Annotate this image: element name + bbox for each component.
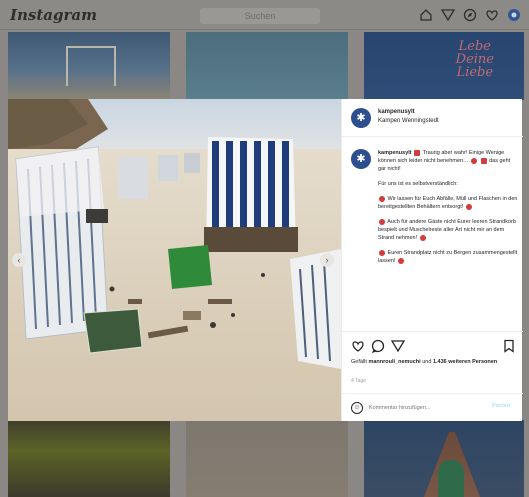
beach-scene-image (8, 99, 341, 421)
caption-avatar[interactable]: ✱ (351, 149, 371, 169)
home-icon[interactable] (419, 8, 433, 22)
avatar[interactable]: ✱ (351, 108, 371, 128)
likes-summary: Gefällt mannrouli_nemuchi und 1.436 weit… (351, 359, 498, 365)
goal-image (66, 46, 116, 86)
previous-arrow-icon[interactable]: ‹ (12, 253, 26, 267)
post-header: ✱ kampenusylt Kampen Wenningstedt (342, 99, 523, 137)
share-icon[interactable] (390, 339, 406, 353)
heart-icon[interactable] (351, 339, 365, 353)
caption-para4: Auch für andere Gäste nicht Eurer leeren… (378, 219, 516, 241)
comment-icon[interactable] (371, 339, 385, 354)
next-arrow-icon[interactable]: › (320, 253, 334, 267)
explore-icon[interactable] (463, 8, 477, 22)
nav-icons (419, 8, 521, 22)
comment-input[interactable] (369, 403, 479, 413)
caption-para2: Für uns ist es selbstverständlich: (378, 181, 458, 187)
grid-post-4[interactable] (8, 420, 170, 497)
bullet-emoji-icon (379, 249, 385, 256)
grid-post-6[interactable] (364, 420, 524, 497)
likes-user[interactable]: mannrouli_nemuchi (368, 359, 420, 365)
grid-post-quote: Lebe Deine Liebe (455, 39, 494, 80)
bullet-emoji-icon (397, 257, 404, 264)
comment-bar: ☺ Posten (342, 393, 523, 421)
bullet-emoji-icon (465, 203, 472, 210)
post-actions (342, 331, 523, 357)
lighthouse-door (438, 460, 464, 497)
caption-para3: Wir lassen für Euch Abfälle, Müll und Fl… (378, 196, 518, 210)
grid-post-1[interactable] (8, 32, 170, 100)
post-photo (8, 99, 341, 421)
top-navigation: Instagram Suchen (0, 0, 529, 30)
angry-emoji-icon (471, 157, 478, 164)
search-input[interactable]: Suchen (200, 8, 320, 24)
activity-icon[interactable] (485, 8, 499, 22)
post-username[interactable]: kampenusylt (378, 109, 415, 115)
bullet-emoji-icon (379, 195, 385, 202)
post-location[interactable]: Kampen Wenningstedt (378, 118, 439, 124)
caption-author[interactable]: kampenusylt (378, 150, 412, 156)
grid-post-2[interactable] (186, 32, 348, 100)
cross-emoji-icon (480, 157, 487, 164)
post-date: 4 Tage (351, 378, 366, 384)
grid-post-3[interactable]: Lebe Deine Liebe (364, 32, 524, 100)
likes-count[interactable]: 1.436 weiteren Personen (433, 359, 497, 365)
bookmark-icon[interactable] (502, 339, 516, 353)
post-caption: kampenusylt Traurig aber wahr! Einige We… (378, 149, 518, 272)
bullet-emoji-icon (379, 218, 385, 225)
alert-emoji-icon (414, 149, 421, 156)
app-backdrop: Instagram Suchen Lebe Deine Liebe ‹ › ✱ … (0, 0, 529, 497)
direct-icon[interactable] (440, 8, 456, 22)
post-caption-area: ✱ kampenusylt Traurig aber wahr! Einige … (342, 143, 523, 331)
grid-post-5[interactable] (186, 420, 348, 497)
post-detail-panel: ✱ kampenusylt Kampen Wenningstedt ✱ kamp… (341, 99, 523, 421)
profile-icon[interactable] (507, 8, 521, 22)
post-comment-button[interactable]: Posten (492, 403, 510, 409)
bullet-emoji-icon (419, 234, 426, 241)
emoji-icon[interactable]: ☺ (351, 402, 363, 414)
instagram-logo[interactable]: Instagram (10, 6, 97, 24)
